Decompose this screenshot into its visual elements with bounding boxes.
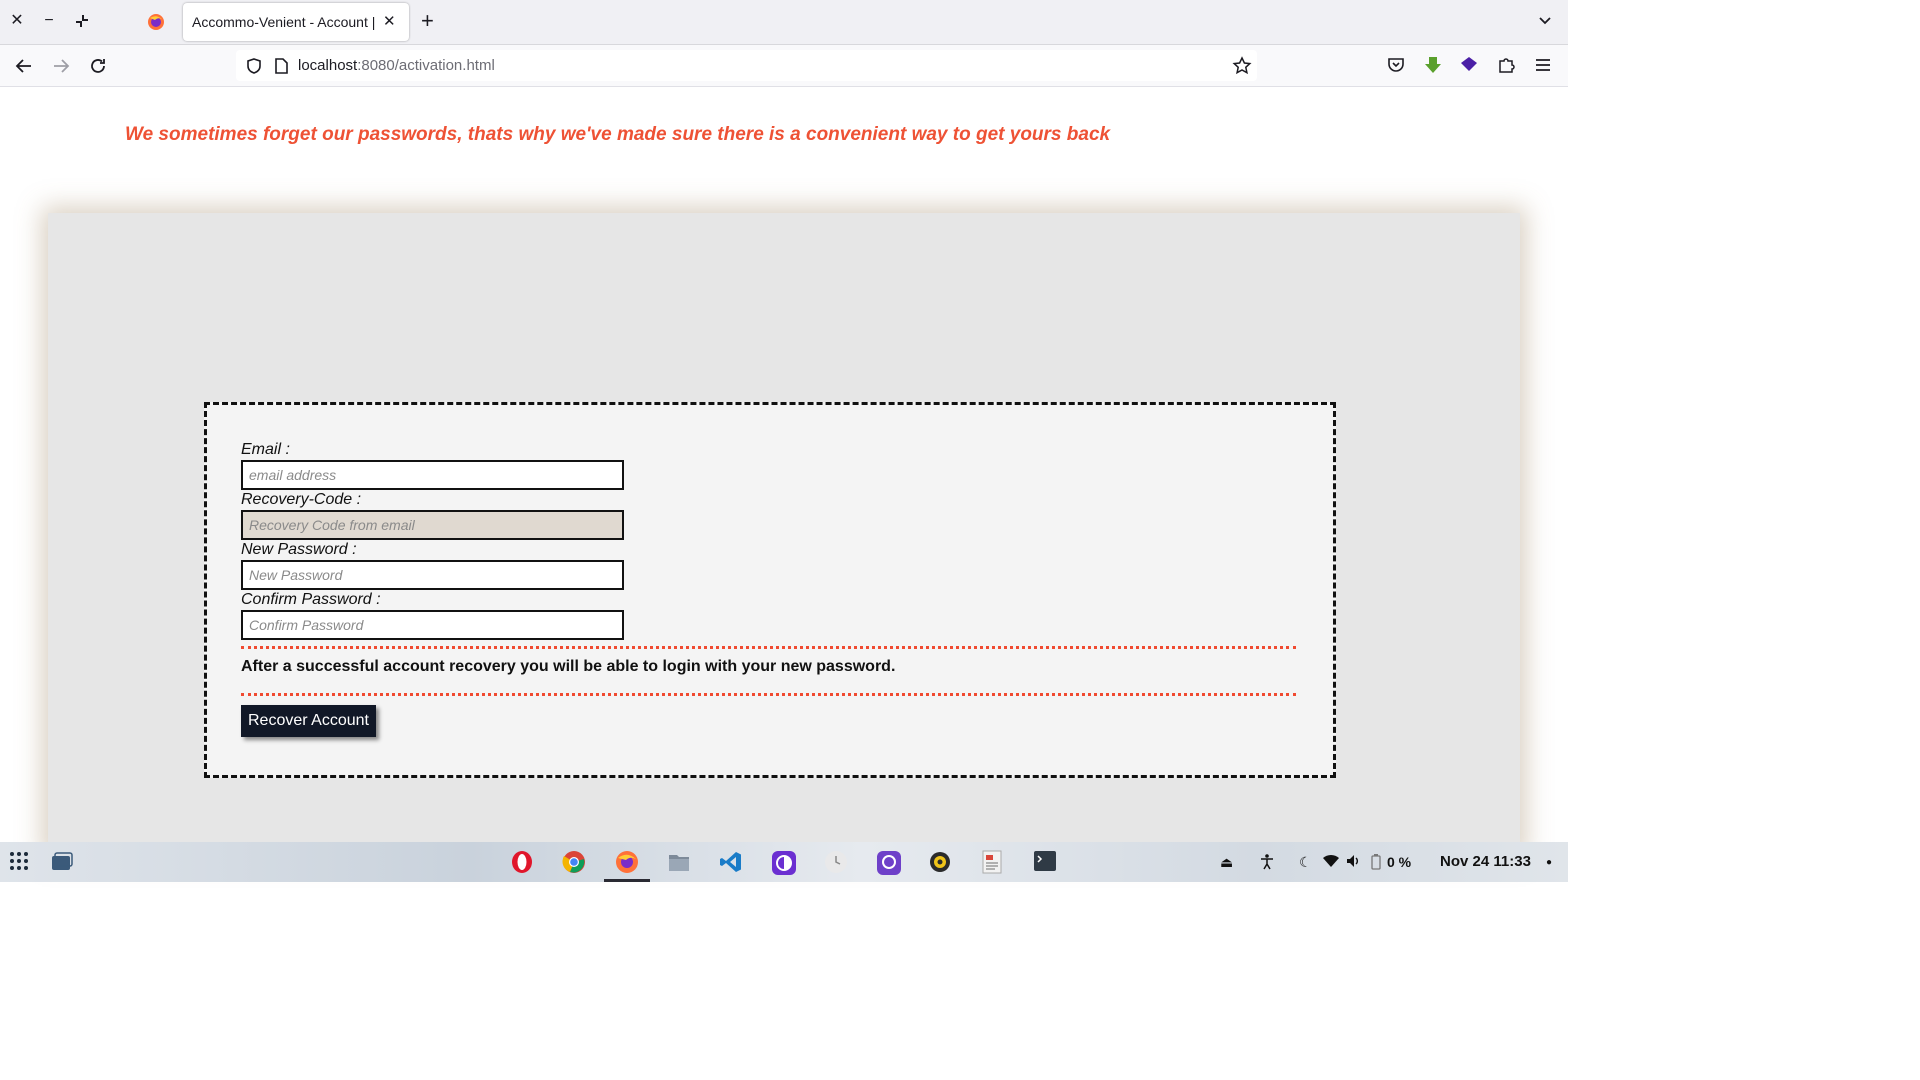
night-mode-icon[interactable]: ☾ <box>1299 854 1312 871</box>
recovery-note: After a successful account recovery you … <box>241 658 896 675</box>
recovery-code-label: Recovery-Code : <box>241 491 362 508</box>
terminal-icon[interactable] <box>1033 850 1057 874</box>
content-panel: Email : Recovery-Code : New Password : C… <box>48 213 1520 853</box>
divider-bottom <box>241 693 1296 696</box>
download-extension-icon[interactable] <box>1423 55 1445 77</box>
files-icon[interactable] <box>667 850 691 874</box>
extension-cube-icon[interactable] <box>1459 55 1481 77</box>
firefox-tab-icon[interactable] <box>146 12 166 32</box>
clock[interactable]: Nov 24 11:33 <box>1440 853 1531 870</box>
recovery-form: Email : Recovery-Code : New Password : C… <box>204 402 1336 778</box>
clock-time: 11:33 <box>1493 853 1531 870</box>
confirm-password-label: Confirm Password : <box>241 591 381 608</box>
clock-app-icon[interactable] <box>824 850 848 874</box>
notification-dot-icon[interactable]: ● <box>1546 857 1552 868</box>
url-bar[interactable]: localhost:8080/activation.html <box>236 50 1257 81</box>
eject-icon[interactable]: ⏏ <box>1220 854 1233 871</box>
browser-tab-bar: ✕ − Accommo-Venient - Account | ✕ + <box>0 0 1568 45</box>
browser-nav-bar: localhost:8080/activation.html <box>0 45 1568 87</box>
bookmark-star-icon[interactable] <box>1232 56 1252 81</box>
new-password-label: New Password : <box>241 541 357 558</box>
active-app-indicator <box>604 879 650 882</box>
url-path: :8080/activation.html <box>357 57 495 74</box>
reload-icon[interactable] <box>87 55 109 77</box>
tab-close-icon[interactable]: ✕ <box>383 12 396 30</box>
close-window-icon[interactable]: ✕ <box>7 11 27 31</box>
email-field[interactable] <box>241 460 624 490</box>
shield-icon[interactable] <box>245 57 263 80</box>
volume-icon[interactable] <box>1346 854 1362 871</box>
window-switcher-icon[interactable] <box>50 850 74 874</box>
restore-window-icon[interactable] <box>72 11 92 31</box>
chrome-icon[interactable] <box>562 850 586 874</box>
pocket-icon[interactable] <box>1386 55 1408 77</box>
menu-icon[interactable] <box>1533 55 1555 77</box>
vscode-icon[interactable] <box>719 850 743 874</box>
url-text[interactable]: localhost:8080/activation.html <box>298 57 495 74</box>
recover-account-button[interactable]: Recover Account <box>241 705 376 737</box>
new-password-field[interactable] <box>241 560 624 590</box>
tor-icon[interactable] <box>771 850 796 875</box>
github-icon[interactable] <box>876 850 901 875</box>
divider-top <box>241 646 1296 649</box>
document-viewer-icon[interactable] <box>981 850 1005 874</box>
opera-icon[interactable] <box>510 850 534 874</box>
wifi-icon[interactable] <box>1323 854 1339 871</box>
email-label: Email : <box>241 441 290 458</box>
firefox-icon[interactable] <box>615 850 639 874</box>
back-icon[interactable] <box>13 55 35 77</box>
tab-title: Accommo-Venient - Account | <box>192 14 376 30</box>
page-headline: We sometimes forget our passwords, thats… <box>125 124 1111 145</box>
rhythmbox-icon[interactable] <box>928 850 952 874</box>
app-grid-icon[interactable] <box>8 850 32 874</box>
forward-icon[interactable] <box>50 55 72 77</box>
taskbar: ⏏ ☾ 0 % Nov 24 11:33 ● <box>0 842 1568 882</box>
url-host: localhost <box>298 57 358 74</box>
accessibility-icon[interactable] <box>1260 854 1274 873</box>
battery-icon[interactable] <box>1371 854 1381 873</box>
clock-date: Nov 24 <box>1440 853 1490 870</box>
tab-active[interactable]: Accommo-Venient - Account | ✕ <box>183 3 409 41</box>
new-tab-button[interactable]: + <box>421 9 434 33</box>
minimize-window-icon[interactable]: − <box>39 11 59 31</box>
page-icon[interactable] <box>273 57 289 80</box>
confirm-password-field[interactable] <box>241 610 624 640</box>
extensions-puzzle-icon[interactable] <box>1496 55 1518 77</box>
tab-list-chevron-icon[interactable] <box>1537 13 1553 34</box>
recovery-code-field[interactable] <box>241 510 624 540</box>
battery-percent: 0 % <box>1387 854 1412 870</box>
